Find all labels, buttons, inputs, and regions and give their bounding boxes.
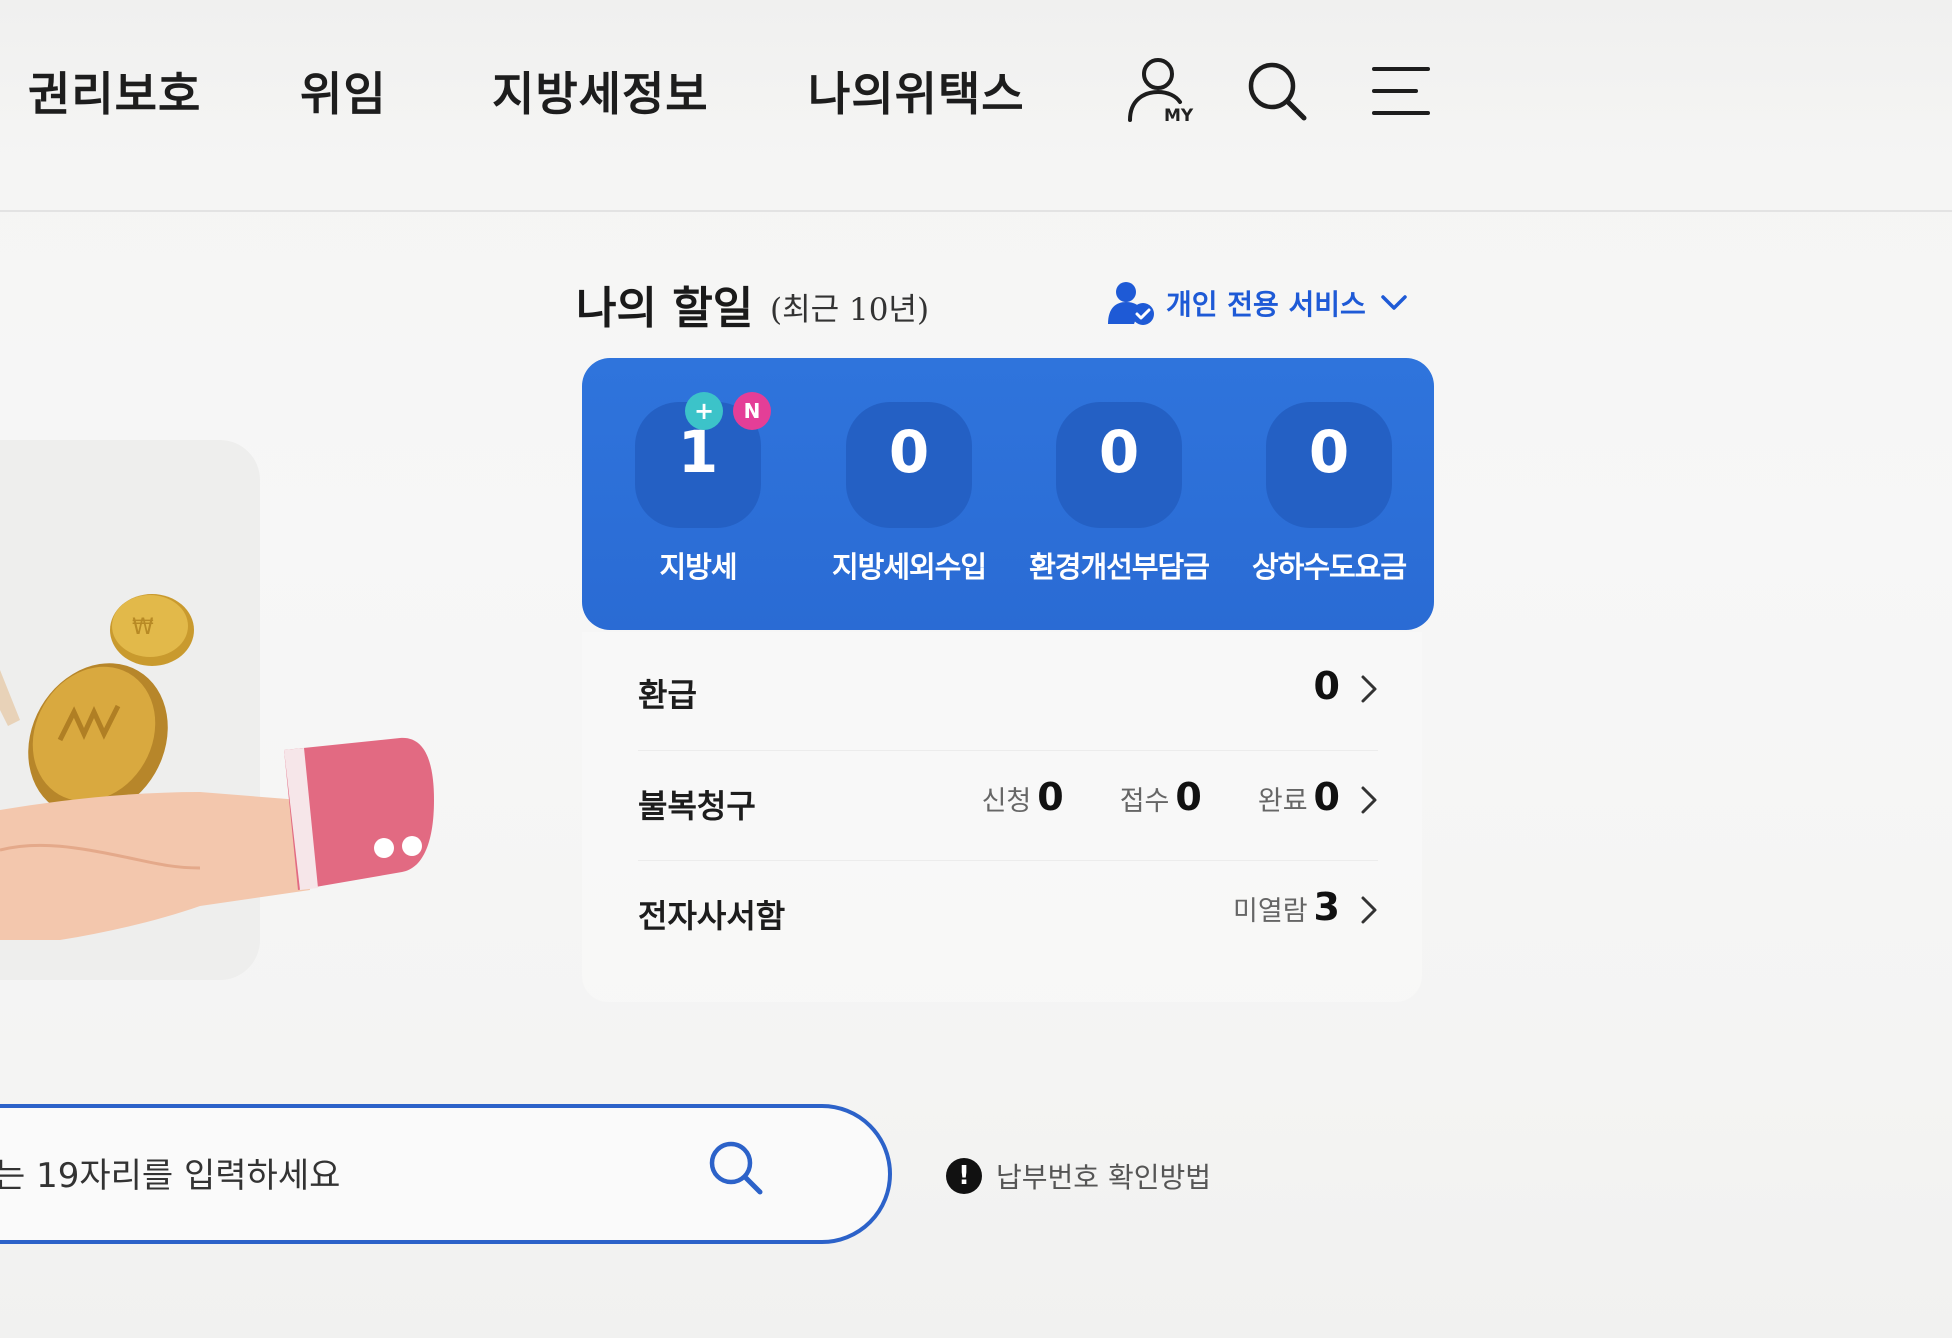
todo-title: 나의 할일 xyxy=(576,283,754,334)
unread-value: 3 xyxy=(1313,885,1340,929)
row-refund[interactable]: 환급 0 xyxy=(638,640,1378,750)
svg-text:₩: ₩ xyxy=(132,615,154,640)
chevron-right-icon xyxy=(1361,786,1377,814)
appeal-values: 신청 0 접수 0 완료 0 xyxy=(982,775,1378,819)
received-label: 접수 xyxy=(1119,786,1170,817)
todo-rows: 환급 0 불복청구 신청 0 접수 0 완료 0 전자사서함 미열람 3 xyxy=(582,632,1422,1002)
count-value: 0 xyxy=(888,418,930,486)
hand-with-coins-image: ₩ xyxy=(0,594,434,940)
menu-icon xyxy=(1372,67,1430,115)
nav-item-my-wetax[interactable]: 나의위택스 xyxy=(808,58,1025,124)
count-label: 상하수도요금 xyxy=(1251,550,1407,584)
payment-number-input[interactable] xyxy=(0,1148,634,1204)
nav-item-rights-protection[interactable]: 권리보호 xyxy=(28,58,201,124)
help-link-label: 납부번호 확인방법 xyxy=(996,1161,1211,1194)
chevron-right-icon xyxy=(1361,675,1377,703)
refund-value: 0 xyxy=(1313,664,1340,708)
nav-item-local-tax-info[interactable]: 지방세정보 xyxy=(492,58,709,124)
count-value: 0 xyxy=(1098,418,1140,486)
chevron-down-icon xyxy=(1381,295,1407,310)
personal-service-label: 개인 전용 서비스 xyxy=(1166,288,1366,321)
hand-coin-illustration: ₩ xyxy=(0,420,470,1000)
payment-number-help-link[interactable]: ! 납부번호 확인방법 xyxy=(946,1156,1211,1196)
done-value: 0 xyxy=(1313,775,1340,819)
search-icon xyxy=(709,1141,763,1195)
count-bubble: 0 xyxy=(1056,402,1182,528)
my-label: MY xyxy=(1164,106,1194,126)
todo-subtitle: (최근 10년) xyxy=(770,292,930,328)
menu-button[interactable] xyxy=(1370,64,1432,118)
todo-count-card: 1 + N 지방세 0 지방세외수입 0 환경개선부담금 0 상하수도요금 xyxy=(582,358,1434,630)
nav-item-delegation[interactable]: 위임 xyxy=(300,58,387,124)
chevron-right-icon xyxy=(1361,896,1377,924)
verified-user-icon xyxy=(1108,282,1154,325)
new-badge-icon: N xyxy=(733,392,771,430)
search-submit-button[interactable] xyxy=(706,1138,766,1202)
count-item-local-tax[interactable]: 1 + N 지방세 xyxy=(593,392,803,602)
applied-value: 0 xyxy=(1037,775,1064,819)
count-item-non-tax-revenue[interactable]: 0 지방세외수입 xyxy=(804,402,1014,602)
search-icon xyxy=(1248,62,1307,121)
received-value: 0 xyxy=(1175,775,1202,819)
mailbox-title: 전자사서함 xyxy=(638,897,786,935)
done-label: 완료 xyxy=(1257,786,1308,817)
refund-title: 환급 xyxy=(638,676,697,714)
applied-label: 신청 xyxy=(981,786,1032,817)
count-bubble: 0 xyxy=(846,402,972,528)
personal-service-dropdown[interactable]: 개인 전용 서비스 xyxy=(1106,278,1408,328)
row-electronic-mailbox[interactable]: 전자사서함 미열람 3 xyxy=(638,860,1378,970)
plus-badge-icon: + xyxy=(685,392,723,430)
payment-number-search-box xyxy=(0,1104,892,1244)
row-appeal[interactable]: 불복청구 신청 0 접수 0 완료 0 xyxy=(638,750,1378,860)
count-bubble: 0 xyxy=(1266,402,1392,528)
unread-label: 미열람 xyxy=(1233,896,1308,927)
exclamation-icon: ! xyxy=(946,1158,982,1194)
count-value: 0 xyxy=(1308,418,1350,486)
count-item-environment-charge[interactable]: 0 환경개선부담금 xyxy=(1014,402,1224,602)
mailbox-values: 미열람 3 xyxy=(1233,885,1378,929)
count-item-water-fee[interactable]: 0 상하수도요금 xyxy=(1224,402,1434,602)
search-button[interactable] xyxy=(1244,58,1310,124)
top-navigation: 권리보호 위임 지방세정보 나의위택스 MY xyxy=(0,0,1952,212)
appeal-title: 불복청구 xyxy=(638,787,756,825)
